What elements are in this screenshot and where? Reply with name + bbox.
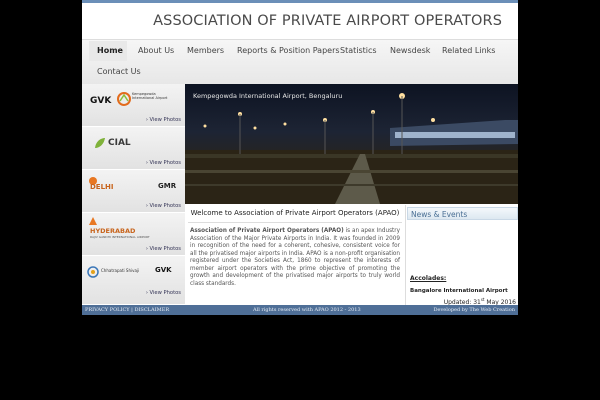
- news-events-heading: News & Events: [411, 210, 468, 219]
- hyderabad-airport-icon: [89, 217, 97, 225]
- nav-statistics[interactable]: Statistics: [340, 46, 377, 55]
- nav-about-us[interactable]: About Us: [138, 46, 174, 55]
- cial-leaf-icon: [95, 138, 105, 148]
- main-nav: Home About Us Members Reports & Position…: [82, 39, 518, 85]
- news-events-panel: News & Events Accolades: Bangalore Inter…: [407, 205, 518, 306]
- member-logos-column: GVK Kempegowda International Airport › V…: [82, 84, 185, 305]
- welcome-heading: Welcome to Association of Private Airpor…: [190, 209, 400, 217]
- nav-reports-position-papers[interactable]: Reports & Position Papers: [237, 46, 340, 55]
- site-title: ASSOCIATION OF PRIVATE AIRPORT OPERATORS: [153, 13, 502, 29]
- airport-night-scene: [185, 93, 518, 204]
- footer-policy-links[interactable]: PRIVACY POLICY | DISCLAIMER: [85, 307, 169, 313]
- member-logo-cial[interactable]: CIAL › View Photos: [82, 127, 185, 170]
- news-events-heading-bar: News & Events: [407, 207, 518, 220]
- cial-logo: CIAL: [108, 138, 131, 148]
- hyderabad-logo: HYDERABAD: [90, 227, 136, 235]
- member-logo-mumbai[interactable]: Chhatrapati Shivaji GVK › View Photos: [82, 256, 185, 305]
- divider: [188, 222, 402, 223]
- view-photos-link[interactable]: › View Photos: [146, 117, 181, 123]
- accolade-item[interactable]: Bangalore International Airport: [410, 288, 508, 294]
- view-photos-link[interactable]: › View Photos: [146, 203, 181, 209]
- nav-newsdesk[interactable]: Newsdesk: [390, 46, 430, 55]
- member-logo-delhi[interactable]: DELHI GMR › View Photos: [82, 170, 185, 213]
- view-photos-link[interactable]: › View Photos: [146, 290, 181, 296]
- footer-developer[interactable]: Developed by The Web Creation: [433, 307, 515, 313]
- gvk-logo: GVK: [90, 96, 112, 106]
- member-logo-kempegowda[interactable]: GVK Kempegowda International Airport › V…: [82, 84, 185, 127]
- member-logo-hyderabad[interactable]: HYDERABAD RAJIV GANDHI INTERNATIONAL AIR…: [82, 213, 185, 256]
- banner-caption: Kempegowda International Airport, Bengal…: [193, 92, 343, 100]
- nav-members[interactable]: Members: [187, 46, 224, 55]
- hyderabad-logo-sub: RAJIV GANDHI INTERNATIONAL AIRPORT: [90, 235, 150, 239]
- footer-copyright: All rights reserved with APAO 2012 - 201…: [253, 307, 361, 313]
- page-container: ASSOCIATION OF PRIVATE AIRPORT OPERATORS…: [82, 0, 518, 315]
- gvk-logo: GVK: [155, 266, 172, 274]
- gmr-logo: GMR: [158, 182, 177, 190]
- welcome-lead: Association of Private Airport Operators…: [190, 228, 344, 234]
- nav-contact-us[interactable]: Contact Us: [97, 67, 141, 76]
- nav-home[interactable]: Home: [97, 46, 123, 55]
- welcome-section: Welcome to Association of Private Airpor…: [185, 205, 406, 305]
- nav-related-links[interactable]: Related Links: [442, 46, 495, 55]
- delhi-logo: DELHI: [90, 183, 114, 191]
- accolades-label[interactable]: Accolades:: [410, 275, 446, 282]
- mumbai-logo: Chhatrapati Shivaji: [101, 268, 140, 273]
- kempegowda-logo-icon: [117, 92, 131, 106]
- welcome-body: is an apex Industry Association of the M…: [190, 228, 400, 287]
- view-photos-link[interactable]: › View Photos: [146, 246, 181, 252]
- welcome-text: Association of Private Airport Operators…: [190, 228, 400, 288]
- mumbai-airport-icon: [87, 266, 99, 278]
- kempegowda-logo-text: Kempegowda International Airport: [132, 92, 168, 100]
- airport-banner-image: Kempegowda International Airport, Bengal…: [185, 84, 518, 204]
- header: ASSOCIATION OF PRIVATE AIRPORT OPERATORS: [82, 3, 518, 39]
- view-photos-link[interactable]: › View Photos: [146, 160, 181, 166]
- footer: PRIVACY POLICY | DISCLAIMER All rights r…: [82, 305, 518, 315]
